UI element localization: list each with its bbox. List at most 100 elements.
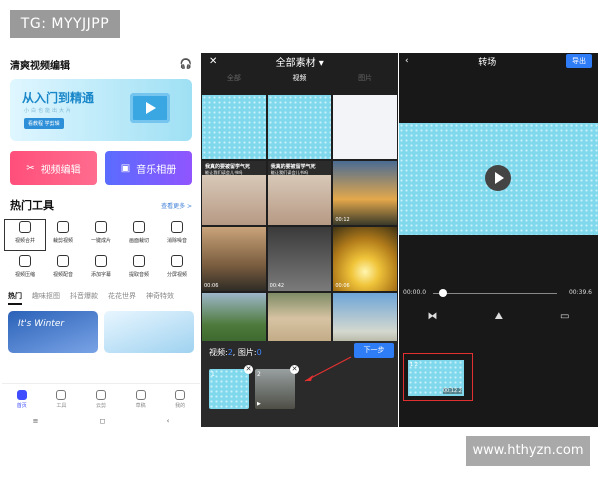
tool-one-click[interactable]: 一键成片 (82, 221, 120, 249)
media-grid: 我真的要被留学气死 能让我们读会儿书吗 我真的要被留学气死 能让我们读会儿书吗 00… (201, 95, 398, 357)
nav-label: 首页 (16, 403, 27, 409)
image-icon: ▣ (120, 162, 131, 174)
tool-compress[interactable]: 视频压缩 (6, 255, 44, 283)
home-icon (16, 390, 27, 400)
nav-drafts[interactable]: 草稿 (121, 384, 161, 415)
time-start: 00:00.0 (403, 289, 427, 296)
media-tabs: 全部 视频 图片 (201, 69, 398, 87)
hot-tools-title: 热门工具 (10, 199, 54, 212)
tab-effects[interactable]: 神奇特效 (146, 291, 174, 305)
merge-icon (19, 221, 31, 233)
tab-douyin[interactable]: 抖音爆款 (70, 291, 98, 305)
tutorial-banner[interactable]: 从入门到精通 小白也能出大片 看教程 学剪辑 (10, 79, 192, 141)
see-more-link[interactable]: 查看更多 > (161, 201, 192, 210)
arrow-annotation (304, 356, 352, 382)
nav-label: 云剪 (95, 403, 106, 409)
user-icon (175, 390, 186, 400)
template-card[interactable]: It's Winter (8, 311, 98, 353)
timeline-clip[interactable]: 1 2 00:12.2 (408, 360, 464, 396)
tool-label: 裁剪视频 (52, 238, 73, 244)
tool-label: 一键成片 (90, 238, 111, 244)
tool-denoise[interactable]: 消除噪音 (158, 221, 196, 249)
transition-screen: ‹ 转场 导出 00:00.0 00:39.6 ⧓ ⛰ ▭ 1 2 00:12.… (399, 53, 598, 427)
tool-frame-crop[interactable]: 画面裁切 (120, 221, 158, 249)
tab-video[interactable]: 视频 (292, 73, 306, 83)
tool-label: 分屏视频 (166, 272, 187, 278)
tab-hot[interactable]: 热门 (8, 291, 22, 305)
nav-cloud[interactable]: 云剪 (81, 384, 121, 415)
media-thumbnail[interactable]: 我真的要被留学气死 能让我们读会儿书吗 (202, 161, 266, 225)
tool-extract-audio[interactable]: 提取音频 (120, 255, 158, 283)
noise-icon (171, 221, 183, 233)
add-clip-icon[interactable]: ▭ (560, 311, 569, 322)
split-icon (171, 255, 183, 267)
film-icon (95, 221, 107, 233)
scissors-icon: ✂ (26, 162, 35, 174)
tool-label: 视频配音 (52, 272, 73, 278)
tool-video-merge[interactable]: 视频合并 (4, 219, 46, 251)
screen-title: 转场 (478, 57, 497, 68)
progress-track[interactable] (433, 293, 557, 294)
thumb-duration: 00:06 (335, 283, 350, 289)
media-thumbnail[interactable] (333, 95, 397, 159)
tool-label: 提取音频 (128, 272, 149, 278)
nav-home[interactable]: 首页 (2, 384, 42, 415)
menu-icon[interactable]: ≡ (33, 417, 39, 425)
tool-label: 画面裁切 (128, 238, 149, 244)
scrub-handle[interactable] (439, 289, 447, 297)
tool-split-screen[interactable]: 分屏视频 (158, 255, 196, 283)
tool-label: 视频压缩 (14, 272, 35, 278)
edit-toolbar: ⧓ ⛰ ▭ (399, 311, 598, 322)
play-icon[interactable] (485, 165, 511, 191)
export-button[interactable]: 导出 (566, 54, 592, 68)
play-screen-icon (130, 93, 170, 123)
nav-label: 草稿 (135, 403, 146, 409)
add-image-icon[interactable]: ⛰ (495, 311, 503, 322)
media-thumbnail[interactable] (202, 95, 266, 159)
tools-icon (56, 390, 67, 400)
tab-image[interactable]: 图片 (358, 73, 372, 83)
nav-tools[interactable]: 工具 (42, 384, 82, 415)
compress-icon (19, 255, 31, 267)
template-card[interactable] (104, 311, 194, 353)
mic-icon (57, 255, 69, 267)
clip-duration: 00:12.2 (442, 388, 462, 394)
media-thumbnail[interactable]: 00:42 (267, 227, 332, 291)
video-preview[interactable] (399, 123, 598, 235)
back-icon[interactable]: ‹ (405, 56, 409, 66)
home-square-icon[interactable]: ◻ (100, 417, 106, 425)
card-title: It's Winter (18, 319, 65, 329)
tab-flower[interactable]: 花花世界 (108, 291, 136, 305)
media-thumbnail[interactable] (267, 95, 332, 159)
headset-icon[interactable]: 🎧 (180, 59, 192, 70)
back-icon[interactable]: ‹ (167, 417, 170, 425)
media-thumbnail[interactable]: 00:06 (333, 227, 397, 291)
media-thumbnail[interactable]: 00:06 (202, 227, 266, 291)
thumb-duration: 00:06 (204, 283, 219, 289)
nav-label: 我的 (175, 403, 186, 409)
home-screen: 清爽视频编辑 🎧 从入门到精通 小白也能出大片 看教程 学剪辑 ✂ 视频编辑 ▣ 音… (2, 53, 200, 427)
selection-bar: 视频:2, 图片:0 下一步 1 ✕ 2 ✕ ▶ (201, 341, 398, 427)
tab-all[interactable]: 全部 (227, 73, 241, 83)
thumb-duration: 00:42 (269, 283, 285, 289)
frame-icon (133, 221, 145, 233)
album-dropdown[interactable]: 全部素材 ▾ (276, 54, 324, 69)
tab-cutout[interactable]: 趣味抠图 (32, 291, 60, 305)
media-thumbnail[interactable]: 我真的要被留学气死 能让我们读会儿书吗 (267, 161, 332, 225)
transition-icon[interactable]: ⧓ (428, 311, 438, 322)
tool-label: 消除噪音 (166, 238, 187, 244)
tool-dubbing[interactable]: 视频配音 (44, 255, 82, 283)
close-icon[interactable]: ✕ (209, 56, 217, 67)
text-icon (95, 255, 107, 267)
timeline-scrubber: 00:00.0 00:39.6 (403, 289, 594, 299)
watermark-top: TG: MYYJJPP (10, 10, 120, 38)
music-album-button[interactable]: ▣ 音乐相册 (105, 151, 192, 185)
tool-label: 视频合并 (14, 238, 35, 244)
tool-subtitle[interactable]: 添加字幕 (82, 255, 120, 283)
media-thumbnail[interactable]: 00:12 (333, 161, 397, 225)
tool-crop-video[interactable]: 裁剪视频 (44, 221, 82, 249)
bottom-nav: 首页 工具 云剪 草稿 我的 (2, 383, 200, 415)
template-tabs: 热门 趣味抠图 抖音爆款 花花世界 神奇特效 (8, 291, 194, 305)
nav-profile[interactable]: 我的 (160, 384, 200, 415)
video-edit-button[interactable]: ✂ 视频编辑 (10, 151, 97, 185)
